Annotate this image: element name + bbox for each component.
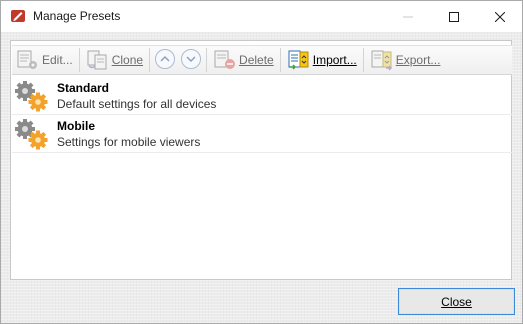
close-button[interactable]: Close [398, 288, 515, 315]
move-down-icon [180, 48, 202, 73]
export-preset-icon [370, 49, 394, 71]
edit-label: Edit... [42, 53, 73, 67]
clone-label: Clone [111, 53, 144, 67]
toolbar-separator [279, 48, 281, 72]
manage-presets-dialog: Manage Presets Edit... Clone Delete Impo… [0, 0, 523, 324]
import-button[interactable]: Import... [283, 46, 361, 74]
minimize-button[interactable] [385, 1, 431, 32]
clone-preset-icon [86, 49, 110, 71]
gears-icon [15, 81, 49, 113]
import-label: Import... [312, 53, 357, 67]
close-icon [495, 11, 505, 22]
close-window-button[interactable] [477, 1, 523, 32]
delete-label: Delete [239, 53, 274, 67]
window-title: Manage Presets [33, 9, 121, 23]
close-button-label: Close [441, 294, 472, 309]
gears-icon [15, 119, 49, 151]
toolbar-separator [149, 48, 151, 72]
list-item[interactable]: Mobile Settings for mobile viewers [12, 115, 512, 153]
clone-button[interactable]: Clone [82, 46, 147, 74]
export-label: Export... [395, 53, 441, 67]
edit-button[interactable]: Edit... [12, 46, 77, 74]
maximize-button[interactable] [431, 1, 477, 32]
edit-preset-icon [16, 49, 40, 71]
presets-panel: Edit... Clone Delete Import... Export...… [10, 40, 512, 280]
delete-button[interactable]: Delete [209, 46, 278, 74]
list-item[interactable]: Standard Default settings for all device… [12, 77, 512, 115]
move-down-button[interactable] [178, 46, 204, 74]
delete-preset-icon [213, 49, 237, 71]
pdf-red-pen-icon [10, 8, 26, 24]
maximize-icon [449, 11, 459, 22]
toolbar-separator [206, 48, 208, 72]
toolbar-separator [362, 48, 364, 72]
presets-toolbar: Edit... Clone Delete Import... Export... [12, 45, 512, 75]
presets-list: Standard Default settings for all device… [12, 77, 512, 153]
import-preset-icon [287, 49, 311, 71]
minimize-icon [403, 12, 413, 22]
toolbar-separator [78, 48, 80, 72]
preset-name: Standard [57, 81, 110, 95]
preset-name: Mobile [57, 119, 95, 133]
move-up-icon [154, 48, 176, 73]
preset-description: Default settings for all devices [57, 97, 217, 111]
preset-description: Settings for mobile viewers [57, 135, 201, 149]
title-bar: Manage Presets [1, 1, 522, 32]
dialog-body: Edit... Clone Delete Import... Export...… [1, 32, 522, 323]
export-button[interactable]: Export... [366, 46, 445, 74]
move-up-button[interactable] [152, 46, 178, 74]
